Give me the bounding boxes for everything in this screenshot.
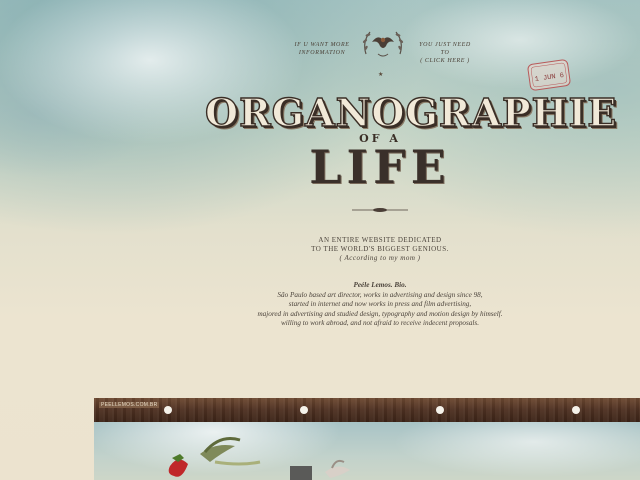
tagline-line2: TO THE WORLD'S BIGGEST GENIOUS. [311, 245, 449, 253]
more-info-line1: IF U WANT MORE [294, 42, 350, 48]
divider-ornament [352, 208, 408, 212]
tagline-line3: ( According to my mom ) [339, 254, 421, 262]
bio-text: Peéle Lemos. Bio. São Paulo based art di… [212, 281, 548, 329]
bio-line1: São Paulo based art director, works in a… [277, 290, 483, 299]
tagline-line1: AN ENTIRE WEBSITE DEDICATED [318, 236, 442, 244]
binder-hole [164, 406, 172, 414]
binder-hole [436, 406, 444, 414]
postmark-stamp: 1 JUN 6 [527, 59, 571, 91]
bio-name: Peéle Lemos. Bio. [353, 281, 407, 289]
title-life: LIFE [309, 140, 451, 194]
tagline: AN ENTIRE WEBSITE DEDICATED TO THE WORLD… [250, 236, 510, 263]
bird-crest-icon[interactable] [358, 24, 408, 64]
click-here-link[interactable]: YOU JUST NEED TO ( CLICK HERE ) [414, 41, 476, 65]
binder-hole [300, 406, 308, 414]
binder-hole [572, 406, 580, 414]
bio-line3: majored in advertising and studied desig… [257, 309, 503, 318]
click-here-line1: YOU JUST NEED TO [419, 42, 471, 56]
more-info-text: IF U WANT MORE INFORMATION [292, 41, 352, 57]
bio-line4: willing to work abroad, and not afraid t… [280, 319, 480, 328]
gallery-wood-bar: PEELLEMOS.COM.BR [94, 398, 640, 422]
bio-line2: started in internet and now works in pre… [288, 300, 472, 309]
more-info-line2: INFORMATION [298, 50, 346, 56]
collage-illustration[interactable] [160, 436, 360, 480]
page-title: ORGANOGRAPHIE [204, 89, 618, 135]
gallery-label: PEELLEMOS.COM.BR [99, 402, 160, 408]
click-here-line2: ( CLICK HERE ) [420, 58, 470, 64]
star-ornament-icon: ★ [378, 72, 384, 78]
